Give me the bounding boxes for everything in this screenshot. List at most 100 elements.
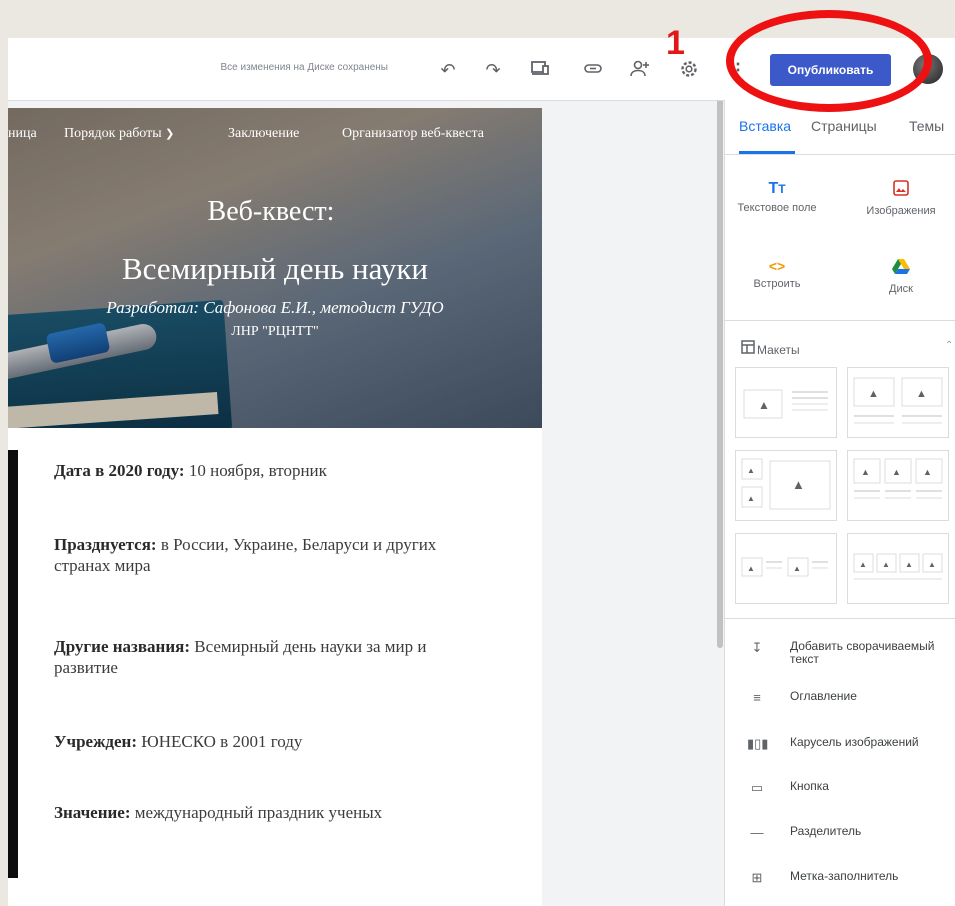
insert-embed[interactable]: <> Встроить [731,258,823,290]
scrollbar[interactable] [716,98,724,906]
layout-option[interactable]: ▲ ▲ ▲ [735,450,837,521]
hero-banner: ница Порядок работы ❯ Заключение Организ… [8,108,542,428]
layout-option[interactable]: ▲ ▲ [735,533,837,604]
svg-text:▲: ▲ [905,560,913,569]
hero-subtitle-line2: ЛНР "РЦНТТ" [231,324,319,339]
fact-label: Празднуется: [54,535,157,554]
redo-icon[interactable]: ↷ [481,58,505,82]
svg-text:▲: ▲ [758,398,770,412]
image-icon [849,180,953,201]
insert-divider[interactable]: — Разделитель [747,825,952,841]
link-icon[interactable] [581,58,605,82]
site-nav: ница Порядок работы ❯ Заключение Организ… [8,126,542,150]
hero-title-line2: Всемирный день науки [122,251,428,286]
element-label: Метка-заполнитель [790,869,899,883]
fact-label: Дата в 2020 году: [54,461,185,480]
svg-text:▲: ▲ [861,467,870,477]
svg-text:▲: ▲ [747,564,755,573]
element-label: Кнопка [790,779,829,793]
insert-images[interactable]: Изображения [849,180,953,217]
layouts-icon [741,340,755,354]
layout-option[interactable]: ▲ ▲ ▲ [847,450,949,521]
svg-text:▲: ▲ [793,564,801,573]
layout-preview: ▲ ▲ ▲ [741,458,831,510]
insert-drive-label: Диск [889,283,913,295]
fact-value: ЮНЕСКО в 2001 году [137,732,303,751]
drive-icon [849,258,953,279]
svg-text:▲: ▲ [868,388,879,400]
text-box-icon: TT [768,180,786,197]
insert-text-box[interactable]: TT Текстовое поле [731,180,823,214]
highlight-ellipse [726,10,932,112]
insert-drive[interactable]: Диск [849,258,953,295]
placeholder-icon: ⊞ [751,870,763,885]
fact-date[interactable]: Дата в 2020 году: 10 ноября, вторник [54,460,494,481]
layout-option[interactable]: ▲ [735,367,837,438]
fact-established[interactable]: Учрежден: ЮНЕСКО в 2001 году [54,731,494,752]
insert-panel: Вставка Страницы Темы TT Текстовое поле … [724,100,955,906]
svg-text:▲: ▲ [747,466,755,475]
svg-text:▲: ▲ [859,560,867,569]
layout-preview: ▲ ▲ [853,377,943,424]
insert-text-box-label: Текстовое поле [737,202,817,214]
device-preview-icon[interactable] [528,58,552,82]
svg-text:▲: ▲ [916,388,927,400]
nav-item-organizer[interactable]: Организатор веб-квеста [342,126,484,142]
button-icon: ▭ [750,780,764,795]
save-status: Все изменения на Диске сохранены [220,62,388,73]
tab-insert[interactable]: Вставка [739,118,791,134]
undo-icon[interactable]: ↶ [436,58,460,82]
divider [725,618,955,619]
insert-embed-label: Встроить [753,278,801,290]
collapse-icon[interactable]: ⌃ [945,340,953,351]
sites-editor-window: ница Порядок работы ❯ Заключение Организ… [8,38,955,906]
fact-other-names[interactable]: Другие названия: Всемирный день науки за… [54,636,494,678]
divider-icon: — [750,825,764,840]
fact-value: международный праздник ученых [130,803,383,822]
layout-preview: ▲ [743,389,828,419]
element-label: Добавить сворачиваемый текст [790,639,935,666]
table-of-contents-icon: ≡ [753,690,761,705]
image-carousel-icon: ▮▯▮ [747,736,769,751]
tab-themes[interactable]: Темы [909,118,944,134]
fact-label: Значение: [54,803,131,822]
layout-preview: ▲ ▲ ▲ [853,458,943,499]
step-number: 1 [666,24,685,62]
layouts-heading: Макеты [757,343,800,357]
svg-text:▲: ▲ [792,477,805,492]
divider [725,154,955,155]
insert-button[interactable]: ▭ Кнопка [747,780,952,796]
site-preview: ница Порядок работы ❯ Заключение Организ… [8,108,542,906]
layout-preview: ▲ ▲ [741,557,828,577]
layout-option[interactable]: ▲ ▲ [847,367,949,438]
insert-collapsible-text[interactable]: ↧ Добавить сворачиваемый текст [747,640,952,668]
layout-preview: ▲ ▲ ▲ ▲ [853,553,943,580]
embed-icon: <> [768,258,786,274]
scrollbar-thumb[interactable] [717,98,723,648]
section-image-edge [8,450,18,878]
nav-item-procedure-label: Порядок работы [64,126,162,141]
tab-pages[interactable]: Страницы [811,118,877,134]
insert-placeholder[interactable]: ⊞ Метка-заполнитель [747,870,952,886]
fact-label: Другие названия: [54,637,190,656]
fact-celebrated[interactable]: Празднуется: в России, Украине, Беларуси… [54,534,494,576]
svg-text:▲: ▲ [882,560,890,569]
nav-item-home[interactable]: ница [8,126,37,142]
insert-table-of-contents[interactable]: ≡ Оглавление [747,690,952,706]
element-label: Оглавление [790,689,857,703]
layout-option[interactable]: ▲ ▲ ▲ ▲ [847,533,949,604]
text-box-icon-small-t: T [778,182,786,196]
nav-item-procedure[interactable]: Порядок работы ❯ [64,126,174,142]
collapsible-text-icon: ↧ [751,640,763,655]
fact-value: 10 ноября, вторник [184,461,327,480]
hero-subtitle-line1: Разработал: Сафонова Е.И., методист ГУДО [106,298,444,317]
insert-image-carousel[interactable]: ▮▯▮ Карусель изображений [747,736,952,752]
fact-meaning[interactable]: Значение: международный праздник ученых [54,802,494,823]
chevron-down-icon: ❯ [165,128,175,140]
svg-text:▲: ▲ [928,560,936,569]
share-icon[interactable] [628,58,652,82]
svg-text:▲: ▲ [923,467,932,477]
nav-item-conclusion[interactable]: Заключение [228,126,299,142]
hero-title-line1: Веб-квест: [207,196,335,227]
fact-label: Учрежден: [54,732,137,751]
